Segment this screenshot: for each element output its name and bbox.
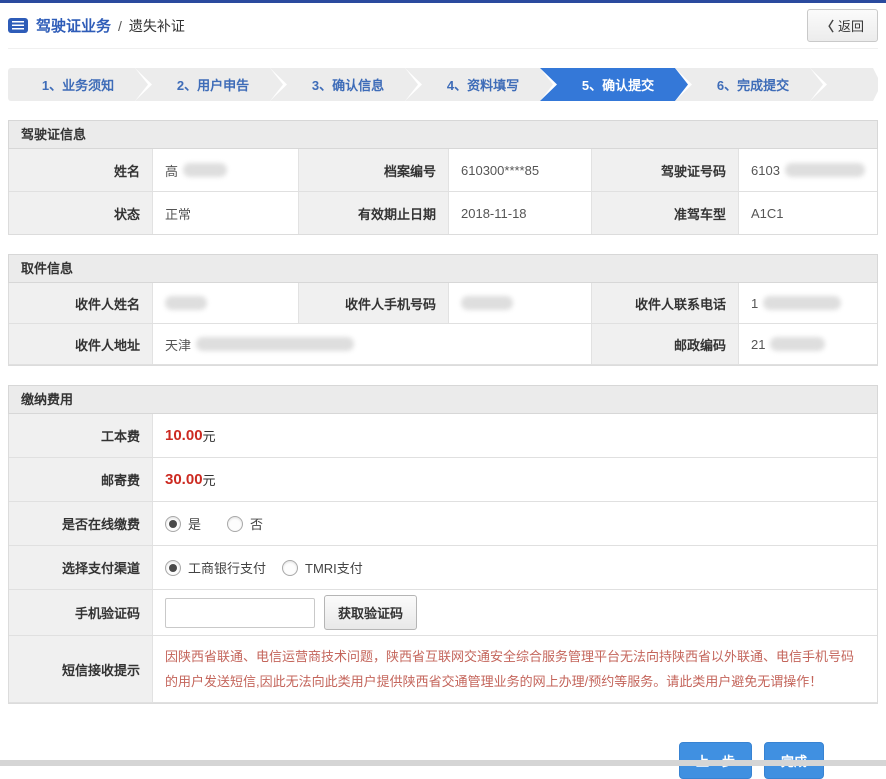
recipient-mobile-value — [449, 283, 592, 323]
sms-notice-text: 因陕西省联通、电信运营商技术问题，陕西省互联网交通安全综合服务管理平台无法向持陕… — [165, 636, 865, 702]
step-3-confirm-info[interactable]: 3、确认信息 — [270, 68, 418, 101]
bottom-edge-strip — [0, 760, 886, 766]
redacted-blur — [785, 163, 865, 177]
redacted-blur — [461, 296, 513, 310]
license-service-icon — [8, 18, 28, 33]
pay-channel-options: 工商银行支付 TMRI支付 — [153, 546, 877, 589]
work-fee-value: 10.00元 — [153, 414, 877, 457]
payment-section: 缴纳费用 工本费 10.00元 邮寄费 30.00元 是否在线缴费 — [8, 385, 878, 704]
status-label: 状态 — [9, 192, 153, 234]
online-pay-no-option[interactable]: 否 — [227, 514, 263, 533]
payment-section-title: 缴纳费用 — [8, 385, 878, 414]
radio-checked-icon[interactable] — [165, 516, 181, 532]
expiry-label: 有效期止日期 — [299, 192, 449, 234]
table-row: 选择支付渠道 工商银行支付 TMRI支付 — [9, 546, 877, 590]
recipient-address-label: 收件人地址 — [9, 324, 153, 364]
work-fee-unit: 元 — [203, 426, 216, 445]
channel-icbc-option[interactable]: 工商银行支付 — [165, 558, 266, 577]
file-number-label: 档案编号 — [299, 149, 449, 191]
breadcrumb-current: 遗失补证 — [129, 16, 185, 36]
table-row: 姓名 高 档案编号 610300****85 驾驶证号码 6103 — [9, 149, 877, 192]
pay-channel-label: 选择支付渠道 — [9, 546, 153, 589]
channel-tmri-option[interactable]: TMRI支付 — [282, 558, 363, 577]
zip-code-label: 邮政编码 — [592, 324, 739, 364]
file-number-value: 610300****85 — [449, 149, 592, 191]
post-fee-unit: 元 — [203, 470, 216, 489]
license-number-label: 驾驶证号码 — [592, 149, 739, 191]
pickup-info-table: 收件人姓名 收件人手机号码 收件人联系电话 1 收件人地址 天津 邮政编码 — [8, 283, 878, 366]
breadcrumb-separator: / — [118, 18, 122, 34]
recipient-name-label: 收件人姓名 — [9, 283, 153, 323]
table-row: 收件人地址 天津 邮政编码 21 — [9, 324, 877, 365]
step-6-finish-submit[interactable]: 6、完成提交 — [675, 68, 823, 101]
sms-code-input[interactable] — [165, 598, 315, 628]
license-number-value: 6103 — [739, 149, 877, 191]
redacted-blur — [763, 296, 841, 310]
redacted-blur — [165, 296, 207, 310]
pickup-info-section: 取件信息 收件人姓名 收件人手机号码 收件人联系电话 1 收件人地址 天津 — [8, 254, 878, 366]
table-row: 工本费 10.00元 — [9, 414, 877, 458]
license-section-title: 驾驶证信息 — [8, 120, 878, 149]
get-sms-code-button[interactable]: 获取验证码 — [324, 595, 417, 630]
name-value: 高 — [153, 149, 299, 191]
post-fee-value: 30.00元 — [153, 458, 877, 501]
vehicle-class-label: 准驾车型 — [592, 192, 739, 234]
license-info-table: 姓名 高 档案编号 610300****85 驾驶证号码 6103 状态 正常 … — [8, 149, 878, 235]
post-fee-amount: 30.00 — [165, 471, 203, 488]
vehicle-class-value: A1C1 — [739, 192, 877, 234]
step-2-user-declaration[interactable]: 2、用户申告 — [135, 68, 283, 101]
recipient-mobile-label: 收件人手机号码 — [299, 283, 449, 323]
recipient-address-value: 天津 — [153, 324, 592, 364]
radio-unchecked-icon[interactable] — [282, 560, 298, 576]
channel-tmri-label: TMRI支付 — [305, 558, 363, 577]
step-4-fill-material[interactable]: 4、资料填写 — [405, 68, 553, 101]
table-row: 收件人姓名 收件人手机号码 收件人联系电话 1 — [9, 283, 877, 324]
step-navigation: 1、业务须知 2、用户申告 3、确认信息 4、资料填写 5、确认提交 6、完成提… — [8, 68, 878, 101]
payment-table: 工本费 10.00元 邮寄费 30.00元 是否在线缴费 是 — [8, 414, 878, 704]
channel-icbc-label: 工商银行支付 — [188, 558, 266, 577]
sms-notice-label: 短信接收提示 — [9, 636, 153, 702]
radio-checked-icon[interactable] — [165, 560, 181, 576]
online-pay-yes-label: 是 — [188, 514, 201, 533]
back-button-label: 返回 — [838, 16, 864, 35]
table-row: 短信接收提示 因陕西省联通、电信运营商技术问题，陕西省互联网交通安全综合服务管理… — [9, 636, 877, 703]
table-row: 手机验证码 获取验证码 — [9, 590, 877, 636]
online-pay-options: 是 否 — [153, 502, 877, 545]
redacted-blur — [183, 163, 227, 177]
work-fee-amount: 10.00 — [165, 427, 203, 444]
online-pay-label: 是否在线缴费 — [9, 502, 153, 545]
page-header: 驾驶证业务 / 遗失补证 〈 返回 — [8, 3, 878, 49]
redacted-blur — [196, 337, 354, 351]
table-row: 是否在线缴费 是 否 — [9, 502, 877, 546]
recipient-phone-label: 收件人联系电话 — [592, 283, 739, 323]
expiry-value: 2018-11-18 — [449, 192, 592, 234]
online-pay-no-label: 否 — [250, 514, 263, 533]
step-1-business-notice[interactable]: 1、业务须知 — [8, 68, 148, 101]
back-chevron-icon: 〈 — [821, 16, 834, 35]
work-fee-label: 工本费 — [9, 414, 153, 457]
page-title: 驾驶证业务 — [36, 15, 111, 36]
redacted-blur — [770, 337, 825, 351]
sms-notice-cell: 因陕西省联通、电信运营商技术问题，陕西省互联网交通安全综合服务管理平台无法向持陕… — [153, 636, 877, 702]
back-button[interactable]: 〈 返回 — [807, 9, 878, 42]
pickup-section-title: 取件信息 — [8, 254, 878, 283]
sms-code-label: 手机验证码 — [9, 590, 153, 635]
zip-code-value: 21 — [739, 324, 877, 364]
license-info-section: 驾驶证信息 姓名 高 档案编号 610300****85 驾驶证号码 6103 … — [8, 120, 878, 235]
post-fee-label: 邮寄费 — [9, 458, 153, 501]
radio-unchecked-icon[interactable] — [227, 516, 243, 532]
step-5-confirm-submit[interactable]: 5、确认提交 — [540, 68, 688, 101]
sms-code-field-group: 获取验证码 — [153, 590, 877, 635]
table-row: 邮寄费 30.00元 — [9, 458, 877, 502]
recipient-phone-value: 1 — [739, 283, 877, 323]
table-row: 状态 正常 有效期止日期 2018-11-18 准驾车型 A1C1 — [9, 192, 877, 234]
name-label: 姓名 — [9, 149, 153, 191]
online-pay-yes-option[interactable]: 是 — [165, 514, 201, 533]
status-value: 正常 — [153, 192, 299, 234]
recipient-name-value — [153, 283, 299, 323]
